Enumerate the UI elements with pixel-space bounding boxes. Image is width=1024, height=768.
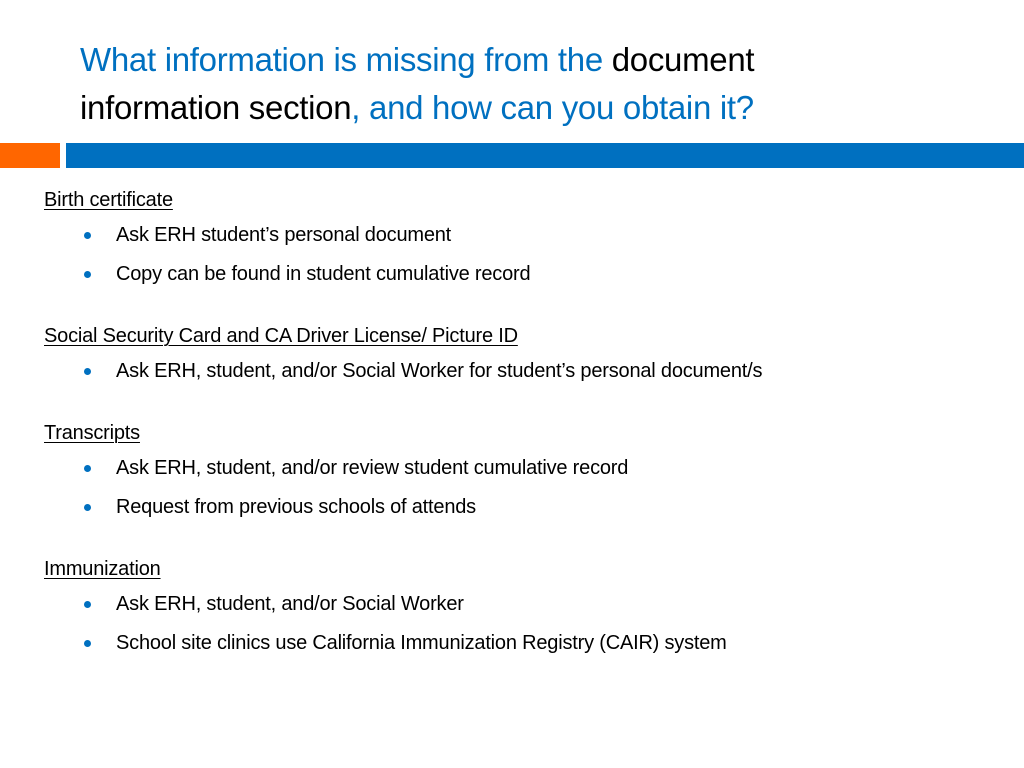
section-transcripts: Transcripts Ask ERH, student, and/or rev… xyxy=(44,418,1004,527)
title-segment: What information is missing from the xyxy=(80,41,612,78)
list-item-text: Ask ERH student’s personal document xyxy=(116,224,452,246)
bullet-icon xyxy=(84,368,91,375)
list-item: Ask ERH, student, and/or Social Worker f… xyxy=(44,352,1004,391)
list-item-text: Ask ERH, student, and/or Social Worker f… xyxy=(116,360,763,382)
list-item-text: School site clinics use California Immun… xyxy=(116,632,727,654)
section-heading: Social Security Card and CA Driver Licen… xyxy=(44,325,518,347)
bullet-list: Ask ERH, student, and/or review student … xyxy=(44,449,1004,527)
list-item-text: Copy can be found in student cumulative … xyxy=(116,263,531,285)
orange-accent-bar xyxy=(0,143,60,168)
list-item: School site clinics use California Immun… xyxy=(44,624,1004,663)
section-heading: Birth certificate xyxy=(44,189,173,211)
list-item: Ask ERH, student, and/or review student … xyxy=(44,449,1004,488)
section-immunization: Immunization Ask ERH, student, and/or So… xyxy=(44,554,1004,663)
list-item: Ask ERH student’s personal document xyxy=(44,216,1004,255)
bullet-icon xyxy=(84,271,91,278)
list-item: Ask ERH, student, and/or Social Worker xyxy=(44,585,1004,624)
list-item-text: Request from previous schools of attends xyxy=(116,496,476,518)
section-ssn-id: Social Security Card and CA Driver Licen… xyxy=(44,321,1004,391)
title-segment: document xyxy=(611,41,755,78)
bullet-icon xyxy=(84,232,91,239)
section-birth-certificate: Birth certificate Ask ERH student’s pers… xyxy=(44,185,1004,294)
bullet-list: Ask ERH, student, and/or Social Worker S… xyxy=(44,585,1004,663)
list-item: Copy can be found in student cumulative … xyxy=(44,255,1004,294)
list-item-text: Ask ERH, student, and/or review student … xyxy=(116,457,629,479)
bullet-list: Ask ERH student’s personal document Copy… xyxy=(44,216,1004,294)
bullet-icon xyxy=(84,601,91,608)
section-heading: Immunization xyxy=(44,558,161,580)
slide-title: What information is missing from the doc… xyxy=(80,36,980,132)
blue-accent-bar xyxy=(66,143,1024,168)
bullet-icon xyxy=(84,504,91,511)
bullet-icon xyxy=(84,465,91,472)
title-segment: , and how can you obtain it? xyxy=(351,89,754,126)
list-item: Request from previous schools of attends xyxy=(44,488,1004,527)
section-heading: Transcripts xyxy=(44,422,140,444)
list-item-text: Ask ERH, student, and/or Social Worker xyxy=(116,593,464,615)
slide-body: Birth certificate Ask ERH student’s pers… xyxy=(44,185,1004,663)
bullet-list: Ask ERH, student, and/or Social Worker f… xyxy=(44,352,1004,391)
title-segment: information section xyxy=(80,89,352,126)
bullet-icon xyxy=(84,640,91,647)
